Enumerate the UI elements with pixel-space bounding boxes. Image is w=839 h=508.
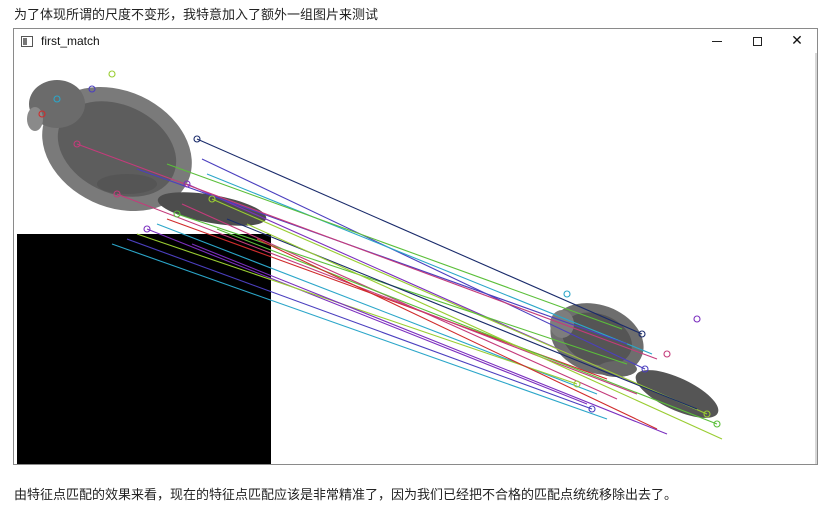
feature-match-image	[17, 54, 817, 464]
opencv-window: first_match ✕	[13, 28, 818, 465]
title-bar[interactable]: first_match ✕	[14, 29, 817, 53]
maximize-button[interactable]	[737, 29, 777, 53]
match-canvas	[17, 54, 817, 464]
close-button[interactable]: ✕	[777, 29, 817, 53]
maximize-icon	[752, 36, 762, 46]
close-icon: ✕	[791, 33, 803, 49]
opencv-window-icon	[21, 35, 33, 47]
caption-top: 为了体现所谓的尺度不变形，我特意加入了额外一组图片来测试	[14, 8, 379, 23]
minimize-button[interactable]	[697, 29, 737, 53]
window-right-edge	[815, 53, 817, 464]
minimize-icon	[712, 40, 722, 42]
caption-bottom: 由特征点匹配的效果来看，现在的特征点匹配应该是非常精准了，因为我们已经把不合格的…	[14, 488, 678, 503]
window-title: first_match	[41, 34, 100, 48]
black-fill-region	[17, 234, 271, 464]
